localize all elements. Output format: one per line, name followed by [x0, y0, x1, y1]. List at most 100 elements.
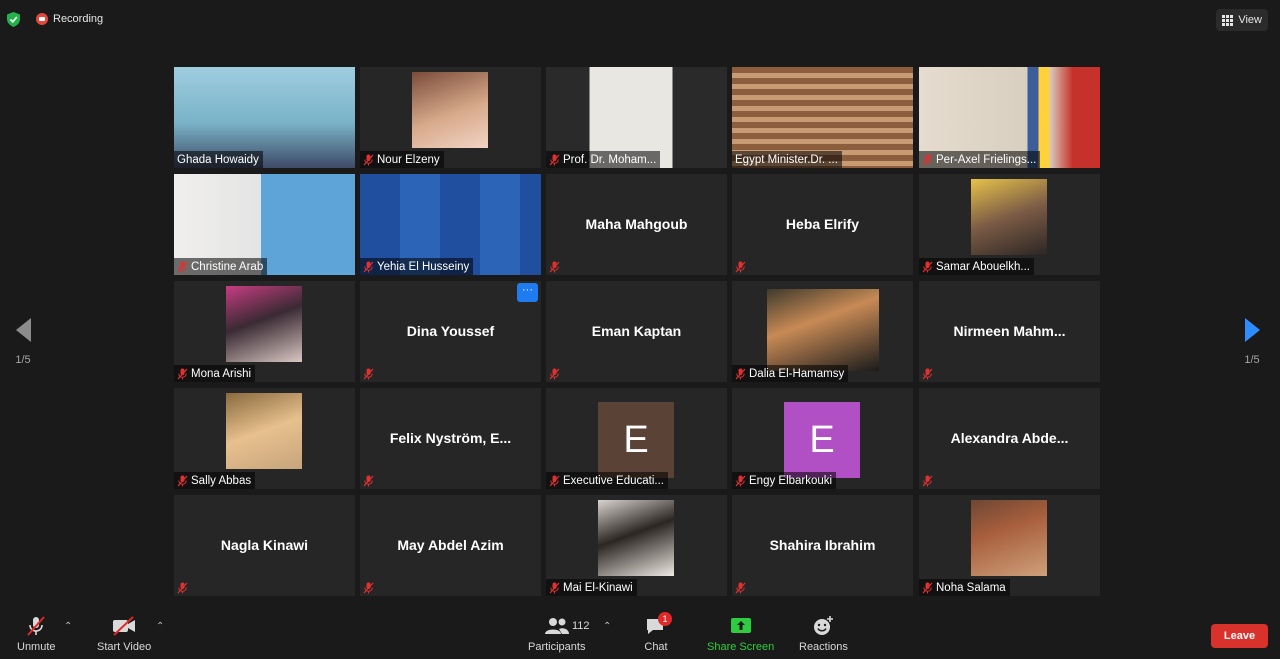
participant-tile[interactable]: Per-Axel Frielings...	[919, 67, 1100, 168]
participant-tile[interactable]: Noha Salama	[919, 495, 1100, 596]
participant-tile[interactable]: Egypt Minister.Dr. ...	[732, 67, 913, 168]
unmute-label: Unmute	[17, 641, 56, 653]
participant-name-label: Per-Axel Frielings...	[919, 151, 1041, 168]
meeting-top-bar: Recording View	[0, 0, 1280, 40]
mic-muted-icon	[363, 368, 374, 379]
start-video-button[interactable]: Start Video	[97, 615, 151, 653]
gallery-view-grid: Ghada Howaidy Nour Elzeny Prof. Dr. Moham.…	[174, 67, 1101, 597]
participant-name-label: Samar Abouelkh...	[919, 258, 1034, 275]
reactions-label: Reactions	[799, 641, 848, 653]
participant-name-label: Yehia El Husseiny	[360, 258, 474, 275]
participant-tile[interactable]: Felix Nyström, E...	[360, 388, 541, 489]
participant-profile-photo	[971, 500, 1047, 576]
participant-name-label: Nour Elzeny	[360, 151, 444, 168]
mic-muted-icon	[922, 154, 933, 165]
participant-name-label: Egypt Minister.Dr. ...	[732, 151, 842, 168]
video-options-caret-icon[interactable]: ⌃	[156, 621, 164, 632]
participant-name: Per-Axel Frielings...	[936, 153, 1037, 166]
participant-avatar-letter: E	[598, 402, 674, 478]
participant-tile[interactable]: Dalia El-Hamamsy	[732, 281, 913, 382]
chevron-left-icon	[15, 318, 31, 342]
participant-profile-photo	[598, 500, 674, 576]
participant-tile[interactable]: E Executive Educati...	[546, 388, 727, 489]
participant-tile[interactable]: May Abdel Azim	[360, 495, 541, 596]
mic-muted-icon	[549, 154, 560, 165]
mic-muted-icon	[363, 582, 374, 593]
chevron-right-icon	[1244, 318, 1260, 342]
participant-name: Dalia El-Hamamsy	[749, 367, 845, 380]
participant-tile[interactable]: Heba Elrify	[732, 174, 913, 275]
share-screen-label: Share Screen	[707, 641, 775, 653]
participant-name-label: Mai El-Kinawi	[546, 579, 637, 596]
participant-tile[interactable]: Mona Arishi	[174, 281, 355, 382]
participant-tile[interactable]: Shahira Ibrahim	[732, 495, 913, 596]
participant-name-label: Noha Salama	[919, 579, 1010, 596]
participant-name: Executive Educati...	[563, 474, 664, 487]
participant-display-name: Felix Nyström, E...	[389, 430, 512, 446]
participant-name-label: Executive Educati...	[546, 472, 668, 489]
participant-tile[interactable]: Maha Mahgoub	[546, 174, 727, 275]
mic-muted-icon	[549, 261, 560, 272]
participant-name-label	[174, 579, 192, 596]
participant-tile[interactable]: Prof. Dr. Moham...	[546, 67, 727, 168]
participant-avatar-letter: E	[784, 402, 860, 478]
previous-page-button[interactable]: 1/5	[8, 318, 38, 366]
mic-muted-icon	[735, 582, 746, 593]
participants-options-caret-icon[interactable]: ⌃	[603, 621, 611, 632]
share-screen-button[interactable]: Share Screen	[707, 615, 774, 653]
security-shield-icon[interactable]	[7, 12, 20, 27]
mic-muted-icon	[177, 261, 188, 272]
participant-name-label	[919, 472, 937, 489]
participant-name-label	[360, 579, 378, 596]
participant-tile[interactable]: Nirmeen Mahm...	[919, 281, 1100, 382]
mic-muted-icon	[549, 582, 560, 593]
participant-display-name: Nirmeen Mahm...	[953, 323, 1066, 339]
participant-name-label: Engy Elbarkouki	[732, 472, 837, 489]
mic-muted-icon	[735, 368, 746, 379]
participant-profile-photo	[226, 393, 302, 469]
page-indicator-right: 1/5	[1244, 354, 1260, 366]
participant-profile-photo	[767, 289, 879, 371]
page-indicator-left: 1/5	[15, 354, 31, 366]
participant-tile[interactable]: Mai El-Kinawi	[546, 495, 727, 596]
mic-muted-icon	[177, 475, 188, 486]
participant-tile[interactable]: Alexandra Abde...	[919, 388, 1100, 489]
participant-profile-photo	[971, 179, 1047, 255]
participant-display-name: May Abdel Azim	[397, 537, 504, 553]
more-options-button[interactable]: ···	[517, 283, 538, 302]
participant-name-label	[732, 258, 750, 275]
participant-tile[interactable]: Dina Youssef ···	[360, 281, 541, 382]
participant-name-label: Dalia El-Hamamsy	[732, 365, 849, 382]
view-button[interactable]: View	[1216, 9, 1268, 31]
chat-label: Chat	[644, 641, 668, 653]
participant-tile[interactable]: Samar Abouelkh...	[919, 174, 1100, 275]
chat-button[interactable]: 1 Chat	[644, 612, 672, 653]
participant-tile[interactable]: Christine Arab	[174, 174, 355, 275]
reactions-button[interactable]: Reactions	[799, 615, 848, 653]
unmute-button[interactable]: Unmute	[17, 615, 56, 653]
mic-muted-icon	[922, 261, 933, 272]
participant-name-label: Sally Abbas	[174, 472, 256, 489]
leave-meeting-button[interactable]: Leave	[1211, 624, 1268, 648]
participant-name-label	[360, 472, 378, 489]
participant-tile[interactable]: Yehia El Husseiny	[360, 174, 541, 275]
participant-name: Mai El-Kinawi	[563, 581, 633, 594]
next-page-button[interactable]: 1/5	[1237, 318, 1267, 366]
mic-muted-icon	[363, 154, 374, 165]
participant-display-name: Nagla Kinawi	[220, 537, 309, 553]
audio-options-caret-icon[interactable]: ⌃	[64, 621, 72, 632]
participant-profile-photo	[412, 72, 488, 148]
participant-tile[interactable]: Eman Kaptan	[546, 281, 727, 382]
participant-display-name: Eman Kaptan	[591, 323, 682, 339]
participant-tile[interactable]: Ghada Howaidy	[174, 67, 355, 168]
participant-name: Christine Arab	[191, 260, 264, 273]
participant-name: Mona Arishi	[191, 367, 252, 380]
participant-tile[interactable]: E Engy Elbarkouki	[732, 388, 913, 489]
participant-name-label	[919, 365, 937, 382]
participant-name-label: Prof. Dr. Moham...	[546, 151, 661, 168]
recording-label: Recording	[53, 13, 104, 25]
participant-tile[interactable]: Nour Elzeny	[360, 67, 541, 168]
participant-tile[interactable]: Sally Abbas	[174, 388, 355, 489]
recording-indicator[interactable]: Recording	[36, 13, 103, 25]
participant-tile[interactable]: Nagla Kinawi	[174, 495, 355, 596]
